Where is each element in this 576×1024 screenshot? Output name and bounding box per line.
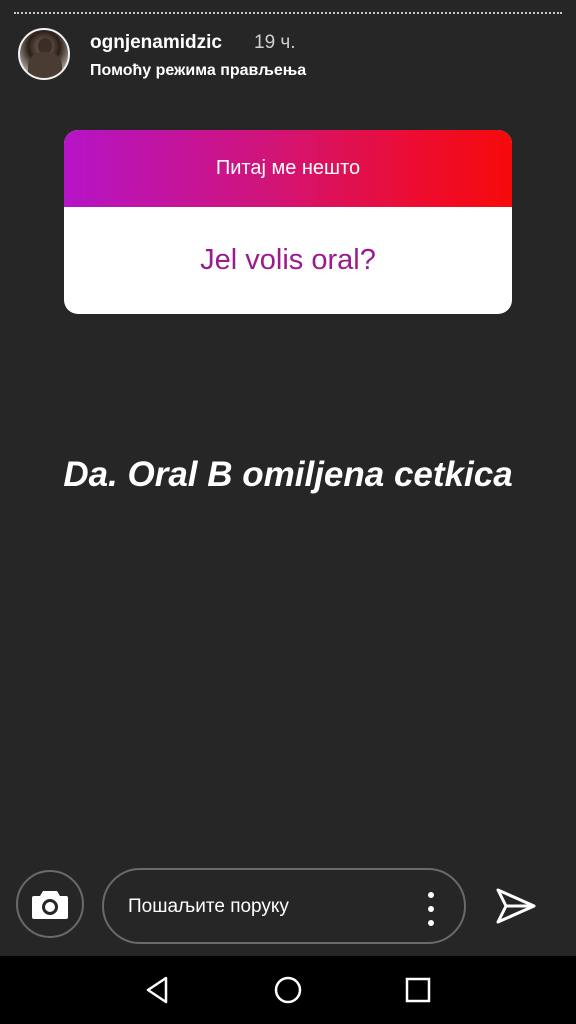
reply-bar: Пошаљите поруку [0, 866, 576, 946]
question-sticker-header: Питај ме нешто [64, 130, 512, 207]
answer-text: Da. Oral B omiljena cetkica [63, 455, 513, 494]
story-progress-bar [14, 12, 562, 14]
system-navigation-bar [0, 956, 576, 1024]
message-input[interactable]: Пошаљите поруку [102, 868, 466, 944]
avatar[interactable] [18, 28, 70, 80]
story-header: ognjenamidzic 19 ч. Помоћу режима правље… [18, 28, 558, 82]
camera-button[interactable] [16, 870, 84, 938]
nav-home-icon[interactable] [272, 974, 304, 1006]
more-vertical-icon[interactable] [426, 892, 436, 926]
camera-icon [32, 891, 68, 919]
nav-recents-icon[interactable] [402, 974, 434, 1006]
question-sticker[interactable]: Питај ме нешто Jel volis oral? [64, 130, 512, 314]
post-time: 19 ч. [254, 32, 296, 53]
send-icon[interactable] [494, 886, 538, 926]
create-mode-label[interactable]: Помоћу режима прављења [90, 62, 306, 80]
username[interactable]: ognjenamidzic [90, 32, 222, 54]
question-sticker-text: Jel volis oral? [200, 244, 376, 276]
nav-back-icon[interactable] [142, 974, 174, 1006]
message-input-placeholder: Пошаљите поруку [128, 896, 289, 917]
